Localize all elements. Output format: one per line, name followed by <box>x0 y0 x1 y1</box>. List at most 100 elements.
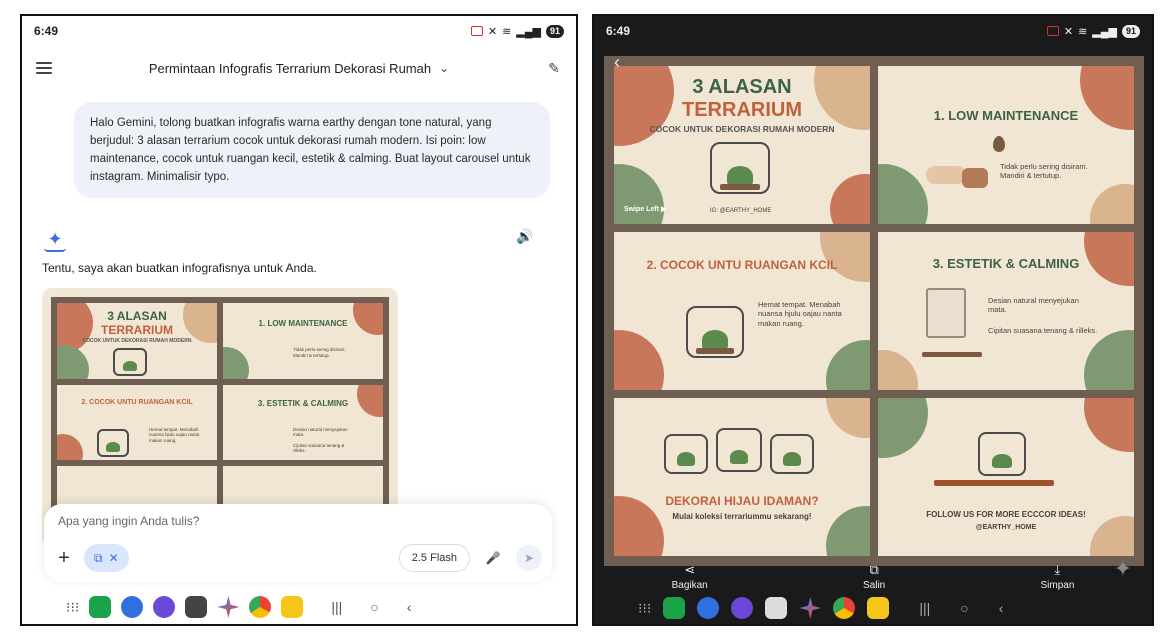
terrarium-icon <box>716 428 762 472</box>
chat-header: Permintaan Infografis Terrarium Dekorasi… <box>22 48 576 88</box>
app-drawer-icon[interactable]: ⁝⁝⁝ <box>638 600 651 617</box>
card-cta: DEKORAI HIJAU IDAMAN? Mulai koleksi terr… <box>614 398 870 556</box>
save-button[interactable]: ⤓ Simpan <box>1040 562 1074 594</box>
card3-text: Hemat tempat. Menabah nuansa hjulu oajau… <box>758 300 842 328</box>
preview-card-3: 2. COCOK UNTU RUANGAN KCIL Hemat tempat.… <box>57 384 217 461</box>
phone-app-icon[interactable] <box>89 596 112 618</box>
nav-bar: ⁝⁝⁝ ||| ○ ‹ <box>22 590 576 624</box>
messages-app-icon[interactable] <box>697 597 720 619</box>
card-title: 3 ALASAN TERRARIUM COCOK UNTUK DEKORASI … <box>614 66 870 224</box>
chrome-app-icon[interactable] <box>833 597 856 619</box>
hand-icon <box>926 166 966 184</box>
card4-text-b: Cipitan suasana tenang & rilleks. <box>988 326 1098 335</box>
terrarium-icon <box>978 432 1026 476</box>
preview-card-1: 3 ALASAN TERRARIUM COCOK UNTUK DEKORASI … <box>57 303 217 379</box>
mic-icon[interactable]: 🎤 <box>480 545 506 571</box>
mute-icon: ✕ <box>1063 25 1074 38</box>
notes-app-icon[interactable] <box>867 597 890 619</box>
card-aesthetic: 3. ESTETIK & CALMING Desian natural meny… <box>878 232 1134 390</box>
close-icon[interactable]: ✕ <box>109 551 119 565</box>
gemini-sparkle-icon: ✦ <box>47 229 63 249</box>
swipe-label: Swipe Left ▶ <box>624 206 667 213</box>
preview-card-3-text: Hemat tempat. Menabah nuansa hjulu oajau… <box>149 426 200 443</box>
input-placeholder: Apa yang ingin Anda tulis? <box>58 514 200 528</box>
card6-handle: @EARTHY_HOME <box>975 524 1037 531</box>
chat-input[interactable]: Apa yang ingin Anda tulis? + ⧉ ✕ 2.5 Fla… <box>44 504 552 582</box>
card-small-room: 2. COCOK UNTU RUANGAN KCIL Hemat tempat.… <box>614 232 870 390</box>
viewer-actions: ⋖ Bagikan ⧉ Salin ⤓ Simpan <box>594 562 1152 594</box>
preview-card-3-title: 2. COCOK UNTU RUANGAN KCIL <box>81 398 193 406</box>
card5-text: Mulai koleksi terrariummu sekarang! <box>672 512 812 521</box>
status-time: 6:49 <box>34 24 59 38</box>
terrarium-icon <box>770 434 814 474</box>
add-icon[interactable]: + <box>54 547 74 570</box>
assistant-reply: Tentu, saya akan buatkan infografisnya u… <box>42 261 317 275</box>
recents-button[interactable]: ||| <box>331 599 342 615</box>
status-bar: 6:49 ✕ ≋ ▂▄▆ 91 <box>22 16 576 46</box>
back-button[interactable]: ‹ <box>407 599 412 615</box>
status-bar: 6:49 ✕ ≋ ▂▄▆ 91 <box>594 16 1152 46</box>
record-icon <box>1046 26 1059 36</box>
share-icon: ⋖ <box>684 562 696 577</box>
nav-bar: ⁝⁝⁝ ||| ○ ‹ <box>594 592 1152 624</box>
card5-title: DEKORAI HIJAU IDAMAN? <box>665 494 819 508</box>
watering-can-icon <box>962 168 988 188</box>
edit-icon[interactable]: ✎ <box>546 60 562 76</box>
share-label: Bagikan <box>671 580 708 591</box>
signal-icon: ▂▄▆ <box>516 25 541 38</box>
card1-title-a: 3 ALASAN <box>692 76 792 98</box>
signal-icon: ▂▄▆ <box>1092 25 1117 38</box>
preview-card-4-text-b: Cipitan suasana tenang & rilleks. <box>293 442 345 454</box>
back-button[interactable]: ‹ <box>999 600 1004 616</box>
messages-app-icon[interactable] <box>121 596 144 618</box>
record-icon <box>470 26 483 36</box>
back-arrow-icon[interactable]: ‹ <box>614 52 620 73</box>
chat-title-dropdown[interactable]: Permintaan Infografis Terrarium Dekorasi… <box>149 61 449 76</box>
copy-button[interactable]: ⧉ Salin <box>863 562 885 594</box>
card4-title: 3. ESTETIK & CALMING <box>932 256 1080 271</box>
card3-title: 2. COCOK UNTU RUANGAN KCIL <box>646 258 838 272</box>
attached-image-chip[interactable]: ⧉ ✕ <box>84 544 129 572</box>
notes-app-icon[interactable] <box>281 596 304 618</box>
gemini-app-icon[interactable] <box>217 596 240 618</box>
shelf-icon <box>922 352 982 357</box>
preview-subtitle: COCOK UNTUK DEKORASI RUMAH MODERN <box>82 338 192 344</box>
menu-icon[interactable] <box>36 62 52 74</box>
card-low-maintenance: 1. LOW MAINTENANCE Tidak perlu sering di… <box>878 66 1134 224</box>
preview-card-4: 3. ESTETIK & CALMING Desian natural meny… <box>223 384 383 461</box>
terrarium-icon <box>686 306 744 358</box>
card4-text-a: Desian natural menyejukan mata. <box>988 296 1079 315</box>
download-icon: ⤓ <box>1054 562 1061 577</box>
chrome-app-icon[interactable] <box>249 596 272 618</box>
speaker-icon[interactable]: 🔊 <box>516 228 534 246</box>
preview-title-b: TERRARIUM <box>101 323 173 337</box>
model-selector[interactable]: 2.5 Flash <box>398 544 470 572</box>
camera-app-icon[interactable] <box>765 597 788 619</box>
gemini-app-icon[interactable] <box>799 597 822 619</box>
terrarium-icon <box>113 348 147 376</box>
terrarium-icon <box>664 434 708 474</box>
preview-card-4-title: 3. ESTETIK & CALMING <box>257 398 349 408</box>
internet-app-icon[interactable] <box>731 597 754 619</box>
home-button[interactable]: ○ <box>370 599 378 615</box>
internet-app-icon[interactable] <box>153 596 176 618</box>
preview-card-4-text-a: Desian natural menyejukan mata. <box>293 426 348 438</box>
mute-icon: ✕ <box>487 25 498 38</box>
wifi-icon: ≋ <box>502 25 512 38</box>
infographic-full: 3 ALASAN TERRARIUM COCOK UNTUK DEKORASI … <box>604 56 1144 566</box>
recents-button[interactable]: ||| <box>919 600 930 616</box>
terrarium-icon <box>97 428 129 457</box>
image-viewer-screen: 6:49 ✕ ≋ ▂▄▆ 91 ‹ 3 ALASAN TERRARIUM COC… <box>592 14 1154 626</box>
home-button[interactable]: ○ <box>960 600 968 616</box>
image-icon: ⧉ <box>94 550 103 565</box>
share-button[interactable]: ⋖ Bagikan <box>672 562 708 594</box>
app-drawer-icon[interactable]: ⁝⁝⁝ <box>66 599 79 616</box>
status-time: 6:49 <box>606 24 631 38</box>
battery-icon: 91 <box>546 24 564 38</box>
preview-card-2-title: 1. LOW MAINTENANCE <box>258 319 348 328</box>
card6-title: FOLLOW US FOR MORE ECCCOR IDEAS! <box>926 510 1086 519</box>
copy-label: Salin <box>862 580 886 591</box>
phone-app-icon[interactable] <box>663 597 686 619</box>
camera-app-icon[interactable] <box>185 596 208 618</box>
send-icon[interactable]: ➤ <box>516 545 542 571</box>
